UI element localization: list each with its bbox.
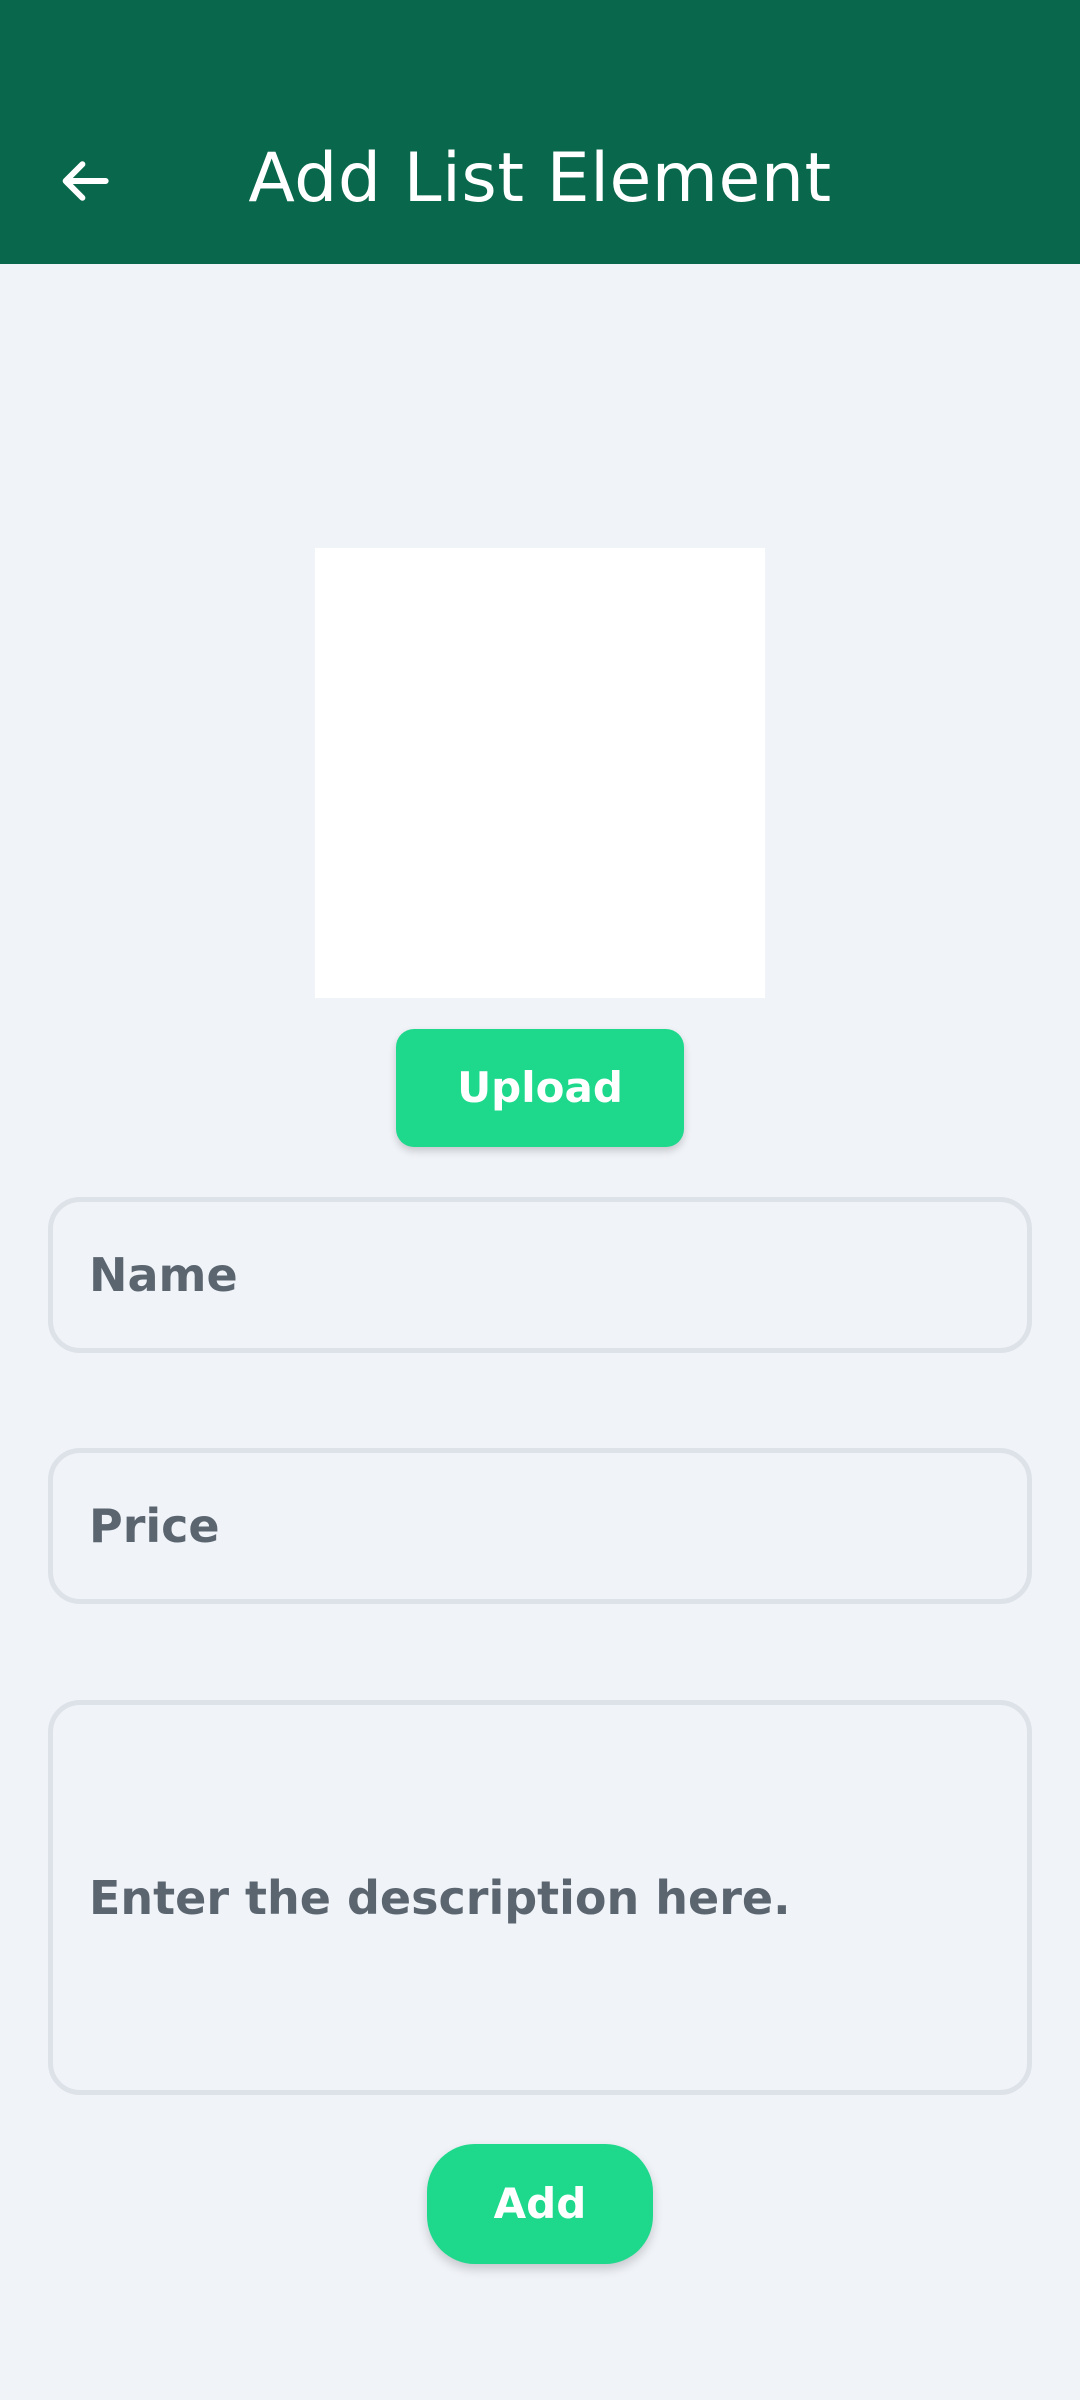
add-button[interactable]: Add xyxy=(427,2144,653,2264)
price-placeholder: Price xyxy=(89,1499,220,1553)
price-input[interactable]: Price xyxy=(48,1448,1032,1604)
description-input[interactable]: Enter the description here. xyxy=(48,1700,1032,2095)
description-placeholder: Enter the description here. xyxy=(89,1870,791,1925)
name-placeholder: Name xyxy=(89,1248,238,1302)
page-title: Add List Element xyxy=(248,139,832,218)
app-bar: Add List Element xyxy=(0,0,1080,264)
upload-button[interactable]: Upload xyxy=(396,1029,684,1147)
name-input[interactable]: Name xyxy=(48,1197,1032,1353)
image-preview xyxy=(315,548,765,998)
